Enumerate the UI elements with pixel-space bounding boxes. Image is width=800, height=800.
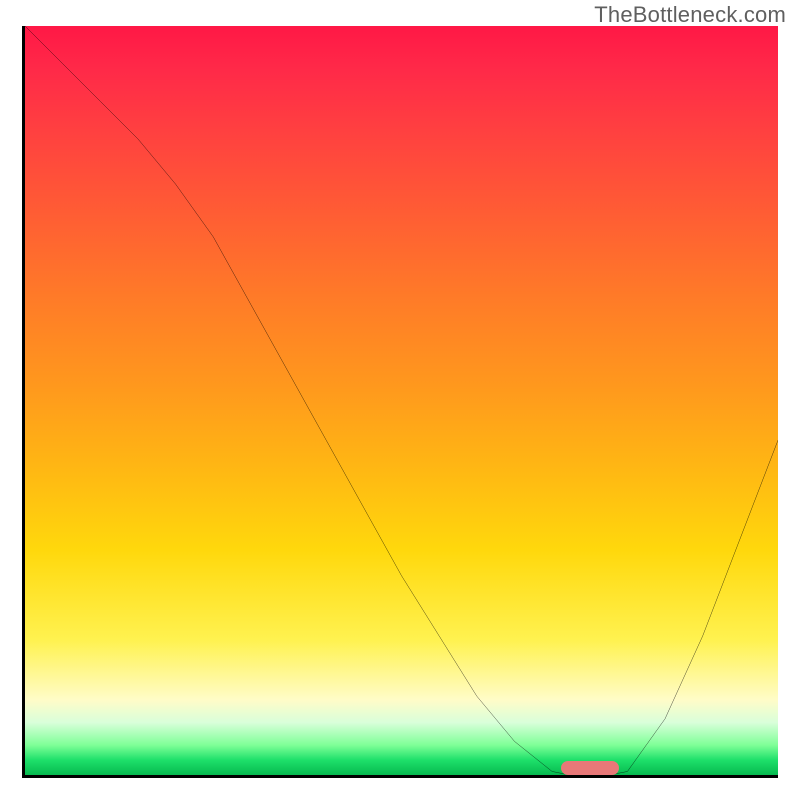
optimum-marker: [561, 761, 619, 775]
watermark-text: TheBottleneck.com: [594, 2, 786, 28]
plot-area: [22, 26, 778, 778]
bottleneck-curve: [25, 26, 778, 778]
chart-container: TheBottleneck.com: [0, 0, 800, 800]
